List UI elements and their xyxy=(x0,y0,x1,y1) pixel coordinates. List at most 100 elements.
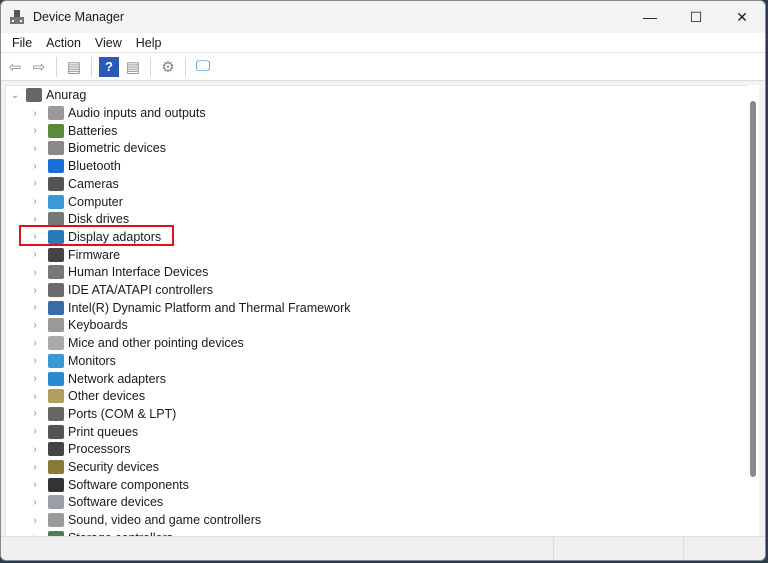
chevron-right-icon[interactable]: › xyxy=(28,143,42,154)
chevron-right-icon[interactable]: › xyxy=(28,249,42,260)
device-category-icon xyxy=(48,442,64,457)
vertical-scrollbar[interactable] xyxy=(747,85,759,537)
tree-item[interactable]: › Bluetooth xyxy=(28,157,121,175)
tree-item[interactable]: › Keyboards xyxy=(28,316,128,334)
menu-bar: File Action View Help xyxy=(1,33,765,53)
toolbar-separator xyxy=(185,56,186,77)
properties-icon[interactable]: ▤ xyxy=(123,57,143,77)
device-category-icon xyxy=(48,389,64,404)
toolbar-separator xyxy=(91,56,92,77)
menu-action[interactable]: Action xyxy=(39,36,88,50)
chevron-right-icon[interactable]: › xyxy=(28,479,42,490)
menu-help[interactable]: Help xyxy=(129,36,169,50)
menu-view[interactable]: View xyxy=(88,36,129,50)
chevron-right-icon[interactable]: › xyxy=(28,320,42,331)
tree-item-label: Firmware xyxy=(68,247,121,262)
chevron-right-icon[interactable]: › xyxy=(28,426,42,437)
device-manager-icon xyxy=(9,9,25,25)
show-hide-console-tree-icon[interactable]: ▤ xyxy=(64,57,84,77)
tree-item[interactable]: › Software components xyxy=(28,476,189,494)
device-tree[interactable]: ⌄ Anurag › Audio inputs and outputs › Batte… xyxy=(5,85,749,537)
chevron-right-icon[interactable]: › xyxy=(28,178,42,189)
tree-item-label: IDE ATA/ATAPI controllers xyxy=(68,283,213,297)
device-category-icon xyxy=(48,194,64,209)
help-icon[interactable]: ? xyxy=(99,56,119,77)
tree-item-label: Ports (COM & LPT) xyxy=(68,406,177,421)
window-title: Device Manager xyxy=(33,10,125,24)
tree-item-label: Cameras xyxy=(68,176,119,191)
device-category-icon xyxy=(48,106,64,120)
device-category-icon xyxy=(48,265,64,280)
tree-item-label: Other devices xyxy=(68,389,146,404)
minimize-button[interactable]: — xyxy=(627,1,673,33)
tree-item-label: Human Interface Devices xyxy=(68,265,209,280)
chevron-right-icon[interactable]: › xyxy=(28,373,42,384)
tree-item[interactable]: › Intel(R) Dynamic Platform and Thermal F… xyxy=(28,299,350,317)
chevron-right-icon[interactable]: › xyxy=(28,125,42,136)
tree-item[interactable]: › Print queues xyxy=(28,423,138,441)
tree-item-label: Audio inputs and outputs xyxy=(68,106,206,120)
tree-item-label: Intel(R) Dynamic Platform and Thermal Fr… xyxy=(68,300,351,315)
tree-item[interactable]: › Processors xyxy=(28,440,131,458)
tree-item[interactable]: › Computer xyxy=(28,193,123,211)
chevron-right-icon[interactable]: › xyxy=(28,497,42,508)
tree-item[interactable]: › Network adapters xyxy=(28,370,166,388)
device-category-icon xyxy=(48,283,64,297)
tree-item[interactable]: › Cameras xyxy=(28,175,119,193)
forward-arrow-icon[interactable]: ⇨ xyxy=(29,57,49,77)
device-category-icon xyxy=(48,495,64,510)
tree-item[interactable]: › Software devices xyxy=(28,493,163,511)
device-category-icon xyxy=(48,176,64,191)
device-category-icon xyxy=(48,123,64,138)
computer-icon xyxy=(26,88,42,102)
scrollbar-thumb[interactable] xyxy=(750,101,756,477)
tree-item[interactable]: › IDE ATA/ATAPI controllers xyxy=(28,281,213,299)
tree-item[interactable]: › Sound, video and game controllers xyxy=(28,511,261,529)
device-category-icon xyxy=(48,318,64,333)
tree-item[interactable]: › Biometric devices xyxy=(28,139,166,157)
tree-item-label: Mice and other pointing devices xyxy=(68,336,244,351)
chevron-right-icon[interactable]: › xyxy=(28,515,42,526)
tree-item-label: Biometric devices xyxy=(68,141,166,156)
menu-file[interactable]: File xyxy=(5,36,39,50)
update-driver-icon[interactable]: ⚙ xyxy=(158,57,178,77)
tree-item[interactable]: › Firmware xyxy=(28,246,120,264)
tree-item[interactable]: › Security devices xyxy=(28,458,159,476)
chevron-right-icon[interactable]: › xyxy=(28,214,42,225)
chevron-right-icon[interactable]: › xyxy=(28,267,42,278)
chevron-right-icon[interactable]: › xyxy=(28,302,42,313)
tree-item[interactable]: › Batteries xyxy=(28,122,117,140)
tree-item-label: Software devices xyxy=(68,495,164,510)
device-manager-window: Device Manager — ☐ ✕ File Action View He… xyxy=(0,0,766,561)
chevron-right-icon[interactable]: › xyxy=(28,391,42,402)
device-category-icon xyxy=(48,141,64,156)
scan-hardware-changes-icon[interactable]: 🖵 xyxy=(193,57,213,77)
tree-item[interactable]: › Monitors xyxy=(28,352,116,370)
chevron-right-icon[interactable]: › xyxy=(28,408,42,419)
tree-item[interactable]: › Ports (COM & LPT) xyxy=(28,405,176,423)
device-category-icon xyxy=(48,513,64,528)
tree-item[interactable]: › Other devices xyxy=(28,387,145,405)
tree-item-label: Computer xyxy=(68,194,123,209)
tree-item[interactable]: › Human Interface Devices xyxy=(28,263,208,281)
maximize-button[interactable]: ☐ xyxy=(673,1,719,33)
tree-root-label: Anurag xyxy=(46,88,87,102)
back-arrow-icon[interactable]: ⇦ xyxy=(5,57,25,77)
chevron-right-icon[interactable]: › xyxy=(28,161,42,172)
tree-item[interactable]: › Mice and other pointing devices xyxy=(28,334,244,352)
tree-item[interactable]: › Audio inputs and outputs xyxy=(28,104,206,122)
tree-root[interactable]: ⌄ Anurag xyxy=(8,86,86,104)
device-category-icon xyxy=(48,371,64,386)
chevron-right-icon[interactable]: › xyxy=(28,444,42,455)
chevron-right-icon[interactable]: › xyxy=(28,285,42,296)
chevron-right-icon[interactable]: › xyxy=(28,355,42,366)
close-button[interactable]: ✕ xyxy=(719,1,765,33)
chevron-right-icon[interactable]: › xyxy=(28,462,42,473)
chevron-down-icon[interactable]: ⌄ xyxy=(8,90,22,101)
chevron-right-icon[interactable]: › xyxy=(28,196,42,207)
device-category-icon xyxy=(48,406,64,421)
chevron-right-icon[interactable]: › xyxy=(28,338,42,349)
chevron-right-icon[interactable]: › xyxy=(28,108,42,119)
highlight-box xyxy=(19,225,174,246)
tree-item-label: Security devices xyxy=(68,460,160,474)
